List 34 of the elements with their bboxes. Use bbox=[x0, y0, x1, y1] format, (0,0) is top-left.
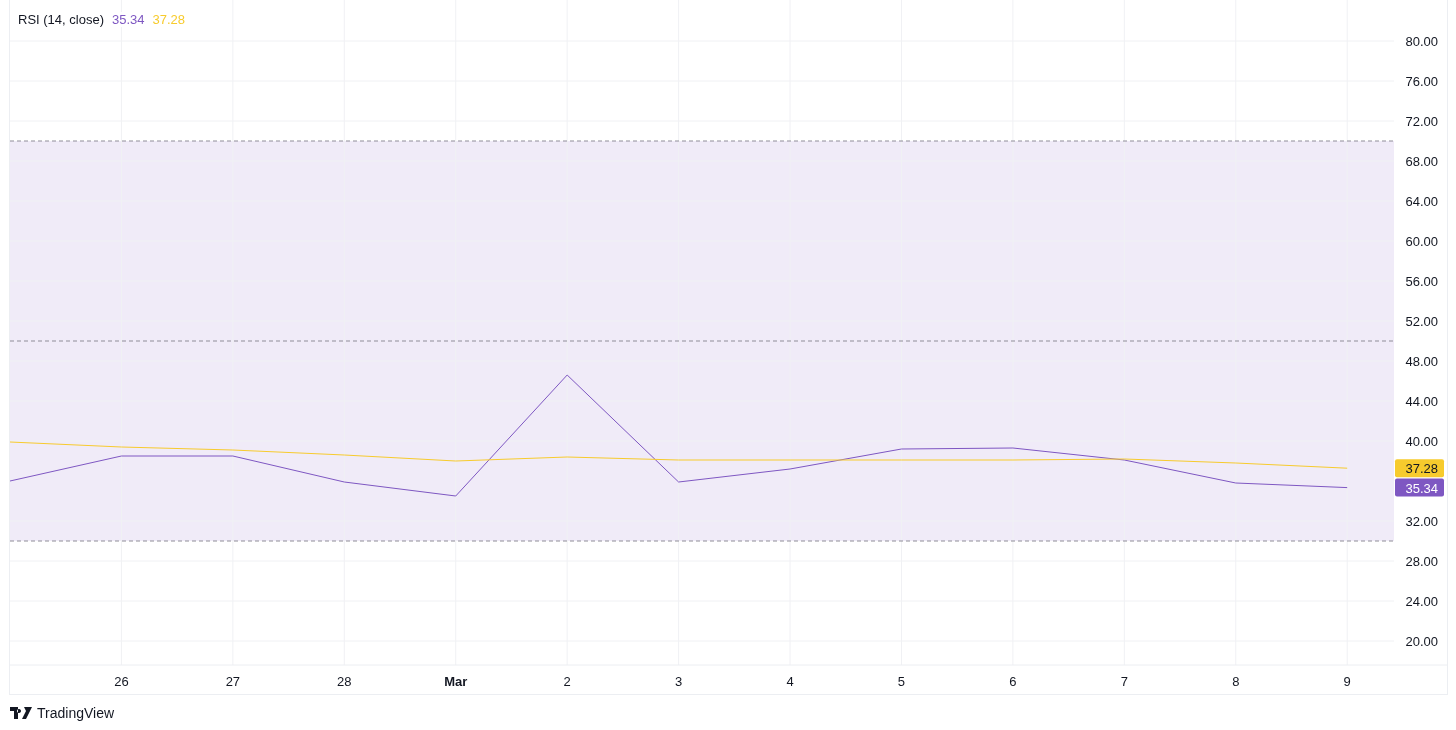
y-axis-label: 28.00 bbox=[1405, 554, 1438, 569]
x-axis-label: Mar bbox=[444, 674, 468, 689]
y-axis-label: 56.00 bbox=[1405, 274, 1438, 289]
x-axis-label: 4 bbox=[786, 674, 794, 689]
x-axis-label: 8 bbox=[1232, 674, 1240, 689]
y-axis-label: 72.00 bbox=[1405, 114, 1438, 129]
y-axis-label: 76.00 bbox=[1405, 74, 1438, 89]
indicator-value: 37.28 bbox=[152, 12, 186, 27]
indicator-value: 35.34 bbox=[112, 12, 145, 27]
y-axis-label: 60.00 bbox=[1405, 234, 1438, 249]
logo-icon bbox=[10, 707, 32, 719]
x-axis-label: 28 bbox=[337, 674, 352, 689]
x-axis-label: 5 bbox=[897, 674, 906, 689]
x-axis-label: 7 bbox=[1120, 674, 1128, 689]
y-axis-label: 20.00 bbox=[1405, 634, 1438, 649]
x-axis-label: 27 bbox=[225, 674, 241, 689]
y-axis-label: 68.00 bbox=[1405, 154, 1438, 169]
y-axis-label: 64.00 bbox=[1405, 194, 1438, 209]
x-axis-label: 6 bbox=[1009, 674, 1017, 689]
indicator-title: RSI (14, close) bbox=[18, 12, 104, 27]
y-axis-label: 40.00 bbox=[1405, 434, 1438, 449]
price-badge: 35.34 bbox=[1395, 478, 1444, 497]
y-axis-label: 44.00 bbox=[1405, 394, 1438, 409]
y-axis-label: 24.00 bbox=[1405, 594, 1438, 609]
x-axis-label: 9 bbox=[1343, 674, 1351, 689]
x-axis-label: 2 bbox=[563, 674, 571, 689]
x-axis-label: 3 bbox=[675, 674, 683, 689]
y-axis-label: 32.00 bbox=[1405, 514, 1438, 529]
brand-name: TradingView bbox=[37, 705, 115, 721]
price-badge: 37.28 bbox=[1395, 459, 1444, 478]
y-axis-label: 80.00 bbox=[1405, 34, 1438, 49]
x-axis-label: 26 bbox=[114, 674, 129, 689]
y-axis-label: 48.00 bbox=[1405, 354, 1438, 369]
y-axis-label: 52.00 bbox=[1405, 314, 1438, 329]
